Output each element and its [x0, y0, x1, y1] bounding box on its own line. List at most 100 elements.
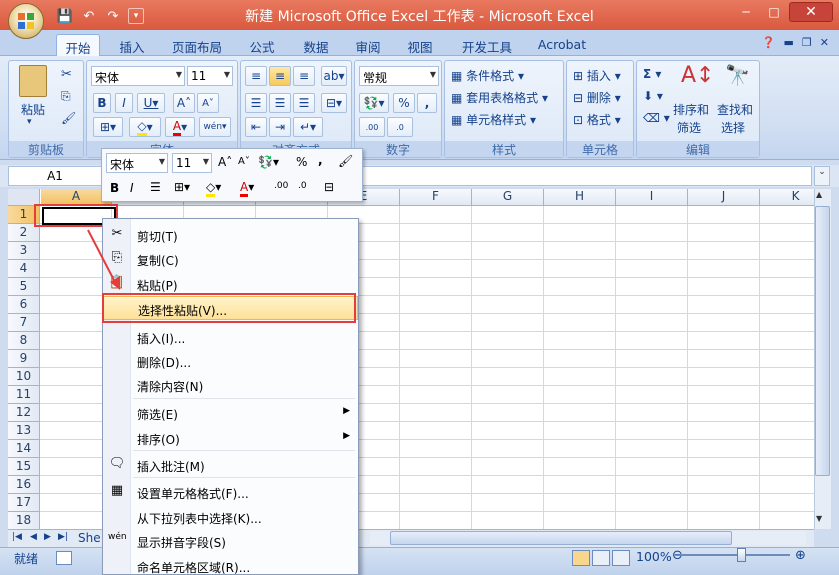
mini-increase-decimal-icon[interactable]: .00 — [274, 181, 288, 191]
formula-input[interactable] — [360, 166, 812, 186]
row-header-13[interactable]: 13 — [8, 422, 40, 440]
sheet-first-icon[interactable]: |◀ — [12, 532, 22, 542]
ribbon-close-icon[interactable]: ✕ — [820, 36, 829, 49]
menu-item-insert-comment[interactable]: 🗨 插入批注(M) — [103, 453, 358, 477]
borders-icon[interactable]: ⊞▾ — [93, 117, 123, 137]
sheet-next-icon[interactable]: ▶ — [44, 532, 51, 542]
mini-font-name-combo[interactable]: 宋体 ▼ — [106, 153, 168, 173]
underline-button[interactable]: U▾ — [137, 93, 165, 113]
menu-item-define-name[interactable]: 命名单元格区域(R)... — [103, 554, 358, 575]
font-size-combo[interactable]: 11 ▼ — [187, 66, 233, 86]
column-header-j[interactable]: J — [688, 189, 760, 206]
page-layout-view-icon[interactable] — [592, 550, 610, 566]
mini-shrink-font-icon[interactable]: A˅ — [238, 156, 250, 167]
minimize-icon[interactable]: ─ — [733, 2, 759, 22]
sort-filter-icon[interactable]: A↕ — [681, 63, 714, 88]
align-top-icon[interactable]: ≡ — [245, 66, 267, 86]
tab-developer[interactable]: 开发工具 — [452, 34, 522, 56]
font-color-icon[interactable]: A ▾ — [165, 117, 195, 137]
column-header-i[interactable]: I — [616, 189, 688, 206]
autosum-icon[interactable]: Σ ▾ — [643, 67, 661, 81]
wrap-text-icon[interactable]: ↵▾ — [293, 117, 323, 137]
paste-dropdown-icon[interactable]: ▾ — [27, 117, 32, 127]
tab-acrobat[interactable]: Acrobat — [530, 34, 594, 56]
tab-view[interactable]: 视图 — [398, 34, 442, 56]
column-header-f[interactable]: F — [400, 189, 472, 206]
decrease-decimal-icon[interactable]: .0 — [387, 117, 413, 137]
increase-decimal-icon[interactable]: .00 — [359, 117, 385, 137]
tab-page-layout[interactable]: 页面布局 — [162, 34, 232, 56]
mini-grow-font-icon[interactable]: A˄ — [218, 155, 232, 169]
macro-record-icon[interactable] — [56, 551, 72, 565]
zoom-level[interactable]: 100% — [636, 549, 672, 564]
menu-item-format-cells[interactable]: ▦ 设置单元格格式(F)... — [103, 480, 358, 504]
mini-center-icon[interactable]: ☰ — [150, 180, 161, 194]
row-header-8[interactable]: 8 — [8, 332, 40, 350]
row-header-9[interactable]: 9 — [8, 350, 40, 368]
maximize-icon[interactable]: □ — [761, 2, 787, 22]
row-header-15[interactable]: 15 — [8, 458, 40, 476]
merge-center-icon[interactable]: ⊟▾ — [321, 93, 347, 113]
tab-review[interactable]: 审阅 — [346, 34, 390, 56]
sort-filter-label-1[interactable]: 排序和 — [673, 101, 709, 118]
ribbon-minimize-icon[interactable]: ▬ — [784, 36, 794, 49]
row-header-14[interactable]: 14 — [8, 440, 40, 458]
row-header-17[interactable]: 17 — [8, 494, 40, 512]
align-center-icon[interactable]: ☰ — [269, 93, 291, 113]
decrease-indent-icon[interactable]: ⇤ — [245, 117, 267, 137]
column-header-g[interactable]: G — [472, 189, 544, 206]
expand-formula-icon[interactable]: ⌄ — [814, 166, 830, 186]
format-cells-button[interactable]: ⊡ 格式 ▾ — [573, 111, 621, 128]
bold-button[interactable]: B — [93, 93, 111, 113]
name-box[interactable]: A1 — [8, 166, 102, 186]
scroll-up-icon[interactable]: ▲ — [816, 190, 822, 199]
fill-icon[interactable]: ⬇ ▾ — [643, 89, 663, 103]
horizontal-scroll-thumb[interactable] — [390, 531, 732, 545]
format-painter-icon[interactable]: 🖌 — [61, 111, 76, 125]
currency-icon[interactable]: 💱▾ — [359, 93, 389, 113]
insert-cells-button[interactable]: ⊞ 插入 ▾ — [573, 67, 621, 84]
mini-font-size-combo[interactable]: 11 ▼ — [172, 153, 212, 173]
help-icon[interactable]: ❓ — [762, 36, 776, 49]
menu-item-delete[interactable]: 删除(D)... — [103, 349, 358, 373]
column-header-h[interactable]: H — [544, 189, 616, 206]
tab-data[interactable]: 数据 — [294, 34, 338, 56]
zoom-slider-track[interactable] — [680, 554, 790, 556]
menu-item-sort[interactable]: 排序(O) ▶ — [103, 426, 358, 450]
number-format-combo[interactable]: 常规 ▼ — [359, 66, 439, 86]
vertical-scroll-thumb[interactable] — [815, 206, 830, 476]
tab-insert[interactable]: 插入 — [110, 34, 154, 56]
row-header-16[interactable]: 16 — [8, 476, 40, 494]
menu-item-copy[interactable]: ⎘ 复制(C) — [103, 247, 358, 271]
row-header-12[interactable]: 12 — [8, 404, 40, 422]
row-header-7[interactable]: 7 — [8, 314, 40, 332]
mini-fill-color-icon[interactable]: ◇▾ — [206, 180, 221, 197]
grow-font-icon[interactable]: A˄ — [173, 93, 195, 113]
percent-icon[interactable]: % — [393, 93, 415, 113]
menu-item-pick-list[interactable]: 从下拉列表中选择(K)... — [103, 505, 358, 529]
find-select-label-1[interactable]: 查找和 — [717, 101, 753, 118]
close-icon[interactable]: ✕ — [789, 2, 833, 22]
sheet-last-icon[interactable]: ▶| — [58, 532, 68, 542]
find-select-icon[interactable]: 🔭 — [725, 63, 750, 87]
delete-cells-button[interactable]: ⊟ 删除 ▾ — [573, 89, 621, 106]
mini-decrease-decimal-icon[interactable]: .0 — [298, 181, 307, 191]
italic-button[interactable]: I — [115, 93, 133, 113]
office-button[interactable] — [8, 3, 44, 39]
row-header-10[interactable]: 10 — [8, 368, 40, 386]
sheet-tab[interactable]: She — [78, 531, 101, 545]
align-left-icon[interactable]: ☰ — [245, 93, 267, 113]
paste-icon[interactable] — [19, 65, 47, 97]
menu-item-phonetic[interactable]: wén 显示拼音字段(S) — [103, 529, 358, 553]
menu-item-insert[interactable]: 插入(I)... — [103, 325, 358, 349]
cut-icon[interactable]: ✂ — [61, 67, 72, 82]
shrink-font-icon[interactable]: A˅ — [197, 93, 219, 113]
scroll-down-icon[interactable]: ▼ — [816, 514, 822, 523]
page-break-view-icon[interactable] — [612, 550, 630, 566]
tab-formulas[interactable]: 公式 — [240, 34, 284, 56]
row-header-6[interactable]: 6 — [8, 296, 40, 314]
cell-styles-button[interactable]: ▦ 单元格样式 ▾ — [451, 111, 536, 128]
copy-icon[interactable]: ⎘ — [61, 89, 71, 104]
zoom-slider-thumb[interactable] — [737, 548, 746, 562]
sort-filter-label-2[interactable]: 筛选 — [677, 119, 701, 136]
